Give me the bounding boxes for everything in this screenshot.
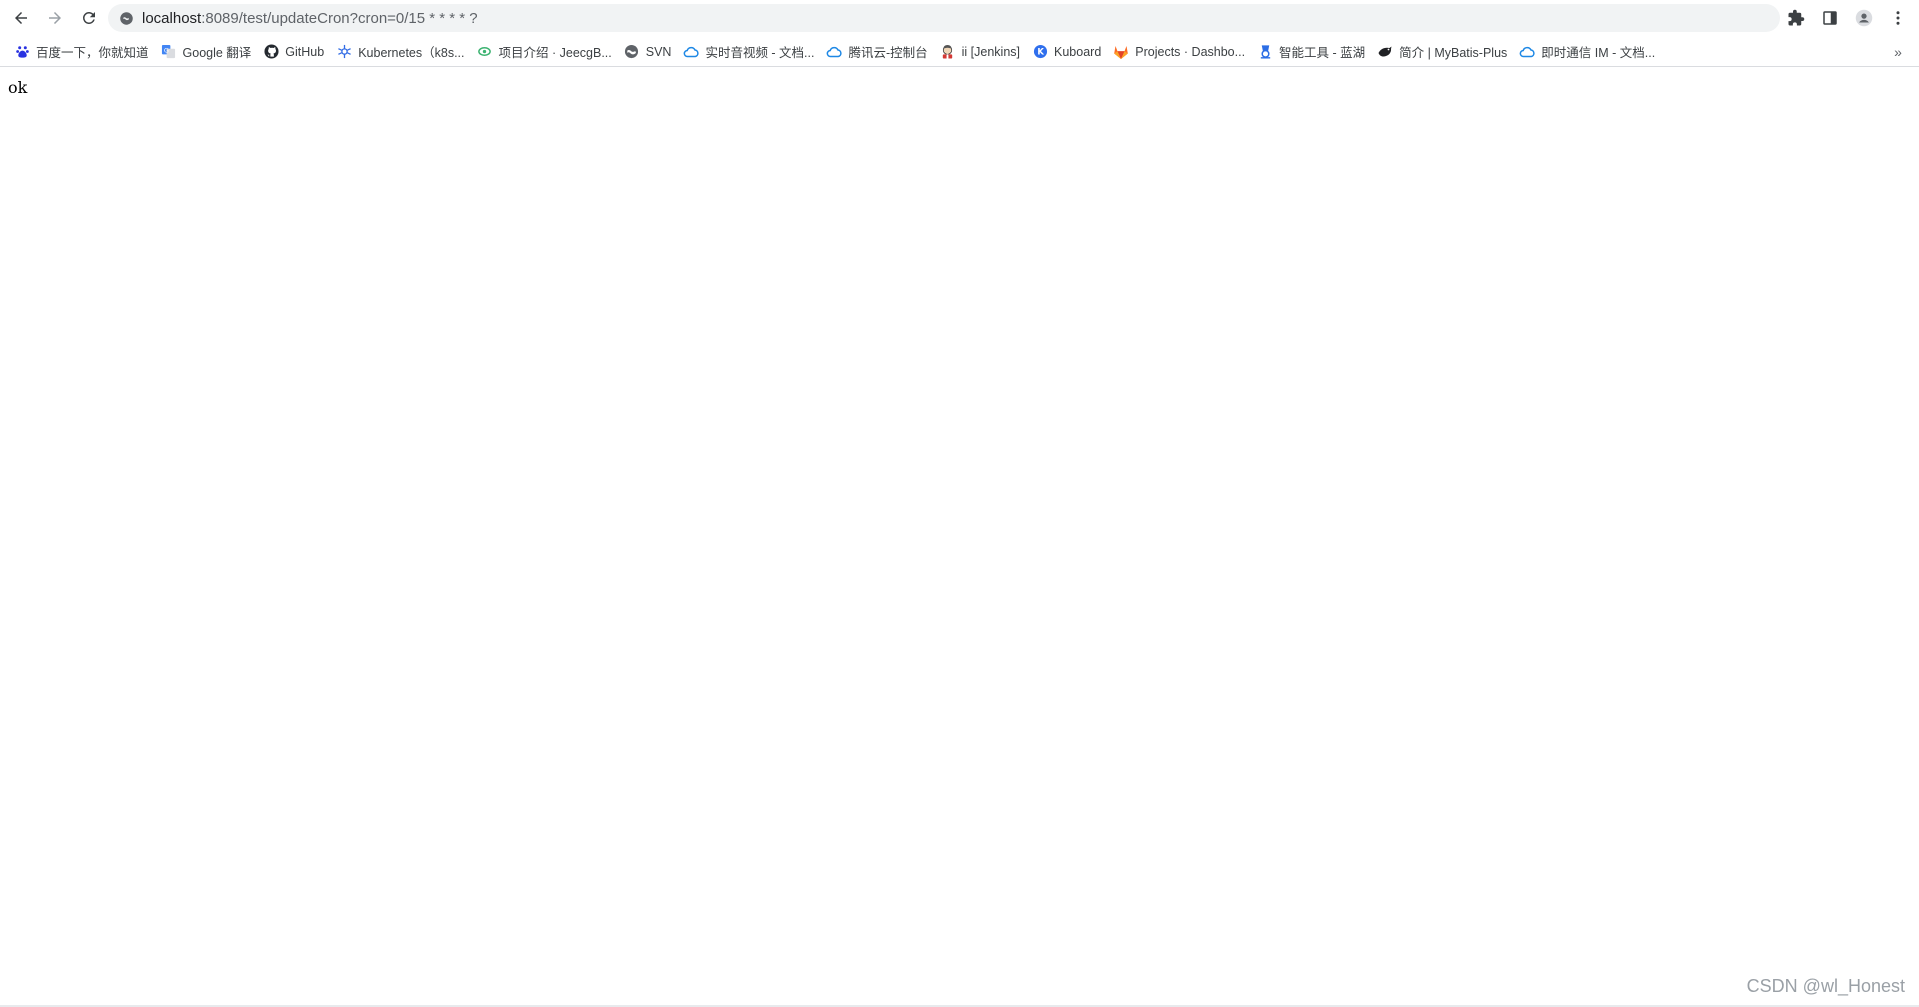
globe-icon: [624, 44, 640, 60]
bookmark-label: 即时通信 IM - 文档...: [1541, 46, 1656, 60]
baidu-paw-icon: [14, 44, 30, 60]
bookmark-label: Kubernetes（k8s...: [358, 46, 465, 60]
watermark: CSDN @wl_Honest: [1746, 976, 1905, 996]
url-path: :8089/test/updateCron?cron=0/15 * * * * …: [201, 9, 478, 27]
kebab-menu-icon: [1896, 11, 1900, 25]
bookmark-label: 腾讯云-控制台: [848, 46, 928, 60]
site-info-icon[interactable]: [118, 10, 134, 26]
bookmark-svn[interactable]: SVN: [618, 39, 678, 65]
address-bar[interactable]: localhost:8089/test/updateCron?cron=0/15…: [108, 4, 1780, 32]
cloud-icon: [1519, 44, 1535, 60]
side-panel-icon: [1823, 11, 1837, 25]
bookmark-kubernetes[interactable]: Kubernetes（k8s...: [330, 39, 470, 65]
bookmark-label: 项目介绍 · JeecgB...: [498, 46, 612, 60]
bookmark-github[interactable]: GitHub: [257, 39, 330, 65]
bookmark-label: 实时音视频 - 文档...: [705, 46, 815, 60]
url-text[interactable]: localhost:8089/test/updateCron?cron=0/15…: [142, 10, 478, 27]
jeecg-icon: [477, 44, 493, 60]
menu-button[interactable]: [1883, 3, 1913, 33]
svg-text:K: K: [1037, 47, 1044, 57]
bookmark-label: GitHub: [285, 44, 325, 59]
bookmark-label: SVN: [645, 44, 672, 59]
extensions-button[interactable]: [1781, 3, 1811, 33]
bookmark-label: 百度一下，你就知道: [36, 46, 149, 60]
kuboard-icon: K: [1032, 44, 1048, 60]
browser-toolbar: localhost:8089/test/updateCron?cron=0/15…: [0, 0, 1919, 36]
url-host: localhost: [142, 9, 202, 27]
bookmark-label: Kuboard: [1054, 44, 1102, 59]
bookmark-label: 简介 | MyBatis-Plus: [1399, 46, 1508, 60]
github-icon: [263, 44, 279, 60]
bookmark-baidu[interactable]: 百度一下，你就知道: [8, 39, 155, 65]
back-button[interactable]: [6, 3, 36, 33]
bookmark-google-translate[interactable]: G Google 翻译: [155, 39, 258, 65]
arrow-right-icon: [49, 12, 61, 24]
puzzle-icon: [1788, 9, 1805, 26]
bookmark-jenkins[interactable]: ii [Jenkins]: [934, 39, 1026, 65]
cloud-icon: [683, 44, 700, 60]
arrow-left-icon: [15, 12, 27, 24]
reload-button[interactable]: [74, 3, 104, 33]
bookmark-tencent-console[interactable]: 腾讯云-控制台: [820, 39, 933, 65]
gitlab-icon: [1113, 44, 1129, 60]
bookmark-gitlab[interactable]: Projects · Dashbo...: [1107, 39, 1251, 65]
toolbar-right-actions: [1781, 3, 1913, 33]
bookmark-kuboard[interactable]: K Kuboard: [1026, 39, 1107, 65]
bookmark-label: ii [Jenkins]: [961, 44, 1021, 59]
bookmark-trtc-docs[interactable]: 实时音视频 - 文档...: [677, 39, 820, 65]
bookmark-im-docs[interactable]: 即时通信 IM - 文档...: [1513, 39, 1661, 65]
translate-icon: G: [161, 44, 177, 60]
bookmark-label: 智能工具 - 蓝湖: [1279, 46, 1366, 60]
bookmarks-overflow-button[interactable]: »: [1887, 41, 1909, 63]
bookmark-jeecg[interactable]: 项目介绍 · JeecgB...: [471, 39, 618, 65]
kubernetes-icon: [336, 44, 352, 60]
mybatis-bird-icon: [1377, 44, 1393, 60]
bookmark-mybatis-plus[interactable]: 简介 | MyBatis-Plus: [1371, 39, 1513, 65]
bookmarks-bar: 百度一下，你就知道 G Google 翻译 GitHub Kubernetes（…: [0, 37, 1919, 67]
double-chevron-right-icon: »: [1894, 44, 1902, 60]
bookmark-lanhu[interactable]: 智能工具 - 蓝湖: [1251, 39, 1371, 65]
reload-icon: [82, 11, 95, 24]
bookmark-label: Projects · Dashbo...: [1135, 44, 1246, 59]
lanhu-icon: [1257, 44, 1273, 60]
side-panel-button[interactable]: [1815, 3, 1845, 33]
profile-icon: [1855, 9, 1873, 27]
page-body-text: ok: [8, 78, 28, 97]
cloud-icon: [826, 44, 843, 60]
forward-button[interactable]: [40, 3, 70, 33]
profile-button[interactable]: [1849, 3, 1879, 33]
svg-text:G: G: [164, 46, 169, 54]
bookmark-label: Google 翻译: [182, 46, 252, 60]
jenkins-icon: [940, 44, 956, 60]
